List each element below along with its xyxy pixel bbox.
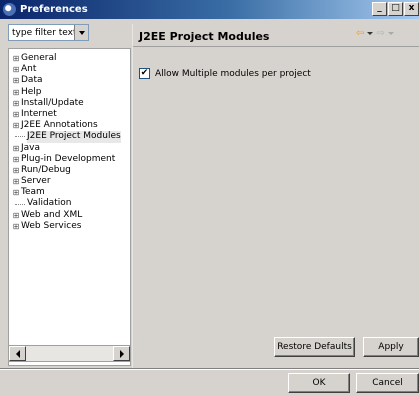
expand-icon[interactable]: ⊞ xyxy=(11,143,21,154)
tree-item[interactable]: ⊞ Run/Debug xyxy=(9,165,130,176)
expand-icon[interactable]: ⊞ xyxy=(11,165,21,176)
tree-horizontal-scrollbar[interactable] xyxy=(8,345,131,362)
expand-icon[interactable]: ⊞ xyxy=(11,98,21,109)
tree-item[interactable]: ⊞ J2EE Annotations xyxy=(9,120,130,131)
allow-multiple-modules-checkbox[interactable]: ✔ xyxy=(139,68,150,79)
tree-item-label: Ant xyxy=(21,64,37,75)
tree-item[interactable]: ⊞ Data xyxy=(9,75,130,86)
tree-item-label: Data xyxy=(21,75,43,86)
tree-item[interactable]: ⊞ Web Services xyxy=(9,221,130,232)
footer-separator xyxy=(0,368,419,370)
tree-item-label: Team xyxy=(21,187,45,198)
page-title: J2EE Project Modules xyxy=(139,30,270,43)
back-menu-caret-icon[interactable] xyxy=(367,32,374,35)
tree-item-label: Help xyxy=(21,86,42,97)
filter-input-text[interactable]: type filter text xyxy=(9,28,74,38)
tree-item[interactable]: ⊞ Team xyxy=(9,187,130,198)
expand-icon[interactable]: ⊞ xyxy=(11,109,21,120)
apply-button[interactable]: Apply xyxy=(363,337,419,357)
tree-item-label: Web Services xyxy=(21,220,82,231)
tree-item[interactable]: ⊞ Server xyxy=(9,176,130,187)
allow-multiple-modules-label: Allow Multiple modules per project xyxy=(155,68,311,79)
expand-icon[interactable]: ⊞ xyxy=(11,187,21,198)
filter-dropdown-icon[interactable] xyxy=(74,25,88,40)
tree-item-label: J2EE Annotations xyxy=(21,120,98,131)
tree-item-label: Web and XML xyxy=(21,209,83,220)
expand-icon[interactable]: ⊞ xyxy=(11,176,21,187)
window-controls: _ □ x xyxy=(372,2,419,16)
tree-connector-line xyxy=(15,203,25,205)
maximize-button[interactable]: □ xyxy=(388,2,403,16)
restore-defaults-button[interactable]: Restore Defaults xyxy=(274,337,355,357)
title-bar: Preferences _ □ x xyxy=(0,0,419,19)
tree-item[interactable]: ⊞ Internet xyxy=(9,109,130,120)
cancel-button[interactable]: Cancel xyxy=(356,373,419,393)
eclipse-app-icon xyxy=(3,3,16,16)
window-title: Preferences xyxy=(20,4,88,15)
expand-icon[interactable]: ⊞ xyxy=(11,210,21,221)
scroll-left-icon[interactable] xyxy=(9,346,26,361)
tree-item-label: Java xyxy=(21,142,41,153)
tree-item[interactable]: Validation xyxy=(9,198,130,209)
filter-input[interactable]: type filter text xyxy=(8,24,89,41)
expand-icon[interactable]: ⊞ xyxy=(11,120,21,131)
tree-item-label: Server xyxy=(21,176,51,187)
preferences-nav: type filter text ⊞ General ⊞ Ant ⊞ Data ⊞ Help ⊞… xyxy=(8,24,131,366)
forward-menu-caret-icon[interactable] xyxy=(387,32,394,35)
ok-button[interactable]: OK xyxy=(288,373,350,393)
tree-item[interactable]: ⊞ Plug-in Development xyxy=(9,154,130,165)
tree-item[interactable]: ⊞ General xyxy=(9,53,130,64)
expand-icon[interactable]: ⊞ xyxy=(11,221,21,232)
tree-item[interactable]: ⊞ Help xyxy=(9,87,130,98)
tree-item[interactable]: ⊞ Web and XML xyxy=(9,210,130,221)
expand-icon[interactable]: ⊞ xyxy=(11,53,21,64)
forward-arrow-icon[interactable]: ⇨ xyxy=(376,28,384,39)
tree-item-label: General xyxy=(21,53,57,63)
scroll-right-icon[interactable] xyxy=(113,346,130,361)
header-divider xyxy=(133,46,419,47)
tree-item-label: J2EE Project Modules xyxy=(27,131,121,143)
expand-icon[interactable]: ⊞ xyxy=(11,64,21,75)
minimize-button[interactable]: _ xyxy=(372,2,387,16)
tree-item-label: Validation xyxy=(27,198,72,209)
preferences-tree[interactable]: ⊞ General ⊞ Ant ⊞ Data ⊞ Help ⊞ Install/Update ⊞ In… xyxy=(8,48,131,366)
back-arrow-icon[interactable]: ⇦ xyxy=(356,28,364,39)
tree-connector-line xyxy=(15,136,25,138)
expand-icon[interactable]: ⊞ xyxy=(11,75,21,86)
tree-item-label: Install/Update xyxy=(21,97,84,108)
expand-icon[interactable]: ⊞ xyxy=(11,154,21,165)
tree-item-label: Run/Debug xyxy=(21,164,71,175)
tree-item-label: Internet xyxy=(21,108,57,119)
pane-divider xyxy=(132,24,133,368)
expand-icon[interactable]: ⊞ xyxy=(11,87,21,98)
tree-item[interactable]: ⊞ Install/Update xyxy=(9,98,130,109)
tree-item[interactable]: ⊞ Ant xyxy=(9,64,130,75)
tree-item[interactable]: ⊞ Java xyxy=(9,143,130,154)
close-button[interactable]: x xyxy=(404,2,419,16)
tree-item-label: Plug-in Development xyxy=(21,153,116,164)
tree-item[interactable]: J2EE Project Modules xyxy=(9,131,130,143)
allow-multiple-modules-option[interactable]: ✔ Allow Multiple modules per project xyxy=(139,68,311,79)
history-nav: ⇦ ⇨ xyxy=(356,28,394,39)
